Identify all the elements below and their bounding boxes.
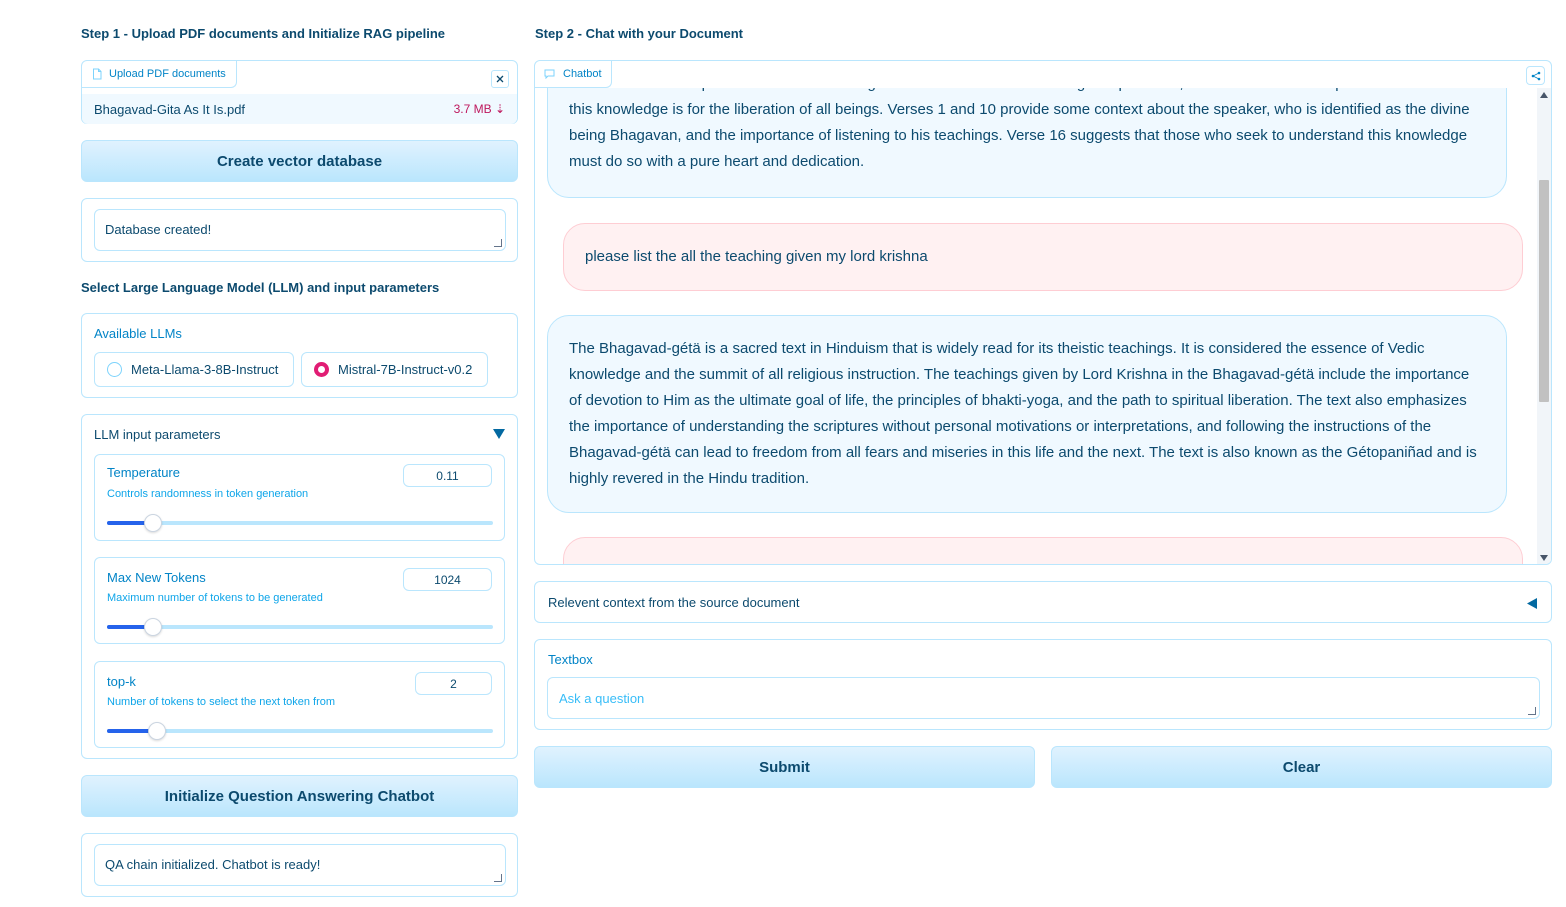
- init-qa-chatbot-button[interactable]: Initialize Question Answering Chatbot: [81, 775, 518, 817]
- upload-panel: Upload PDF documents Bhagavad-Gita As It…: [81, 60, 518, 124]
- param-label: top-k: [107, 674, 136, 689]
- slider-thumb[interactable]: [148, 722, 166, 740]
- chatbot-tab-label: Chatbot: [563, 68, 602, 80]
- llm-section-title: Select Large Language Model (LLM) and in…: [81, 280, 440, 295]
- context-accordion[interactable]: Relevent context from the source documen…: [534, 581, 1552, 623]
- bot-message: The Bhagavad-gétä is a sacred text in Hi…: [547, 315, 1507, 513]
- upload-tab-label: Upload PDF documents: [109, 68, 226, 80]
- max-tokens-slider[interactable]: [107, 618, 493, 636]
- close-icon[interactable]: [491, 70, 509, 88]
- llm-option-llama[interactable]: Meta-Llama-3-8B-Instruct: [94, 352, 294, 387]
- context-accordion-label: Relevent context from the source documen…: [548, 594, 800, 610]
- slider-thumb[interactable]: [144, 618, 162, 636]
- chat-bubble-icon: [544, 69, 555, 79]
- qa-status-panel: QA chain initialized. Chatbot is ready!: [81, 833, 518, 897]
- scrollbar-thumb[interactable]: [1539, 180, 1549, 402]
- message-text: Absolute and the importance of understan…: [569, 88, 1474, 170]
- submit-button[interactable]: Submit: [534, 746, 1035, 788]
- slider-thumb[interactable]: [144, 514, 162, 532]
- textbox-label: Textbox: [548, 652, 593, 667]
- top-k-slider-block: top-k Number of tokens to select the nex…: [94, 661, 505, 748]
- param-label: Temperature: [107, 465, 180, 480]
- temperature-slider-block: Temperature Controls randomness in token…: [94, 454, 505, 541]
- resize-handle-icon[interactable]: [494, 874, 502, 882]
- temperature-number-input[interactable]: 0.11: [403, 464, 492, 487]
- chatbot-tab: Chatbot: [535, 61, 612, 88]
- available-llms-panel: Available LLMs Meta-Llama-3-8B-Instruct …: [81, 313, 518, 398]
- param-label: Max New Tokens: [107, 570, 206, 585]
- resize-handle-icon[interactable]: [1528, 707, 1536, 715]
- param-hint: Controls randomness in token generation: [107, 488, 309, 500]
- available-llms-label: Available LLMs: [94, 326, 182, 341]
- llm-option-label: Meta-Llama-3-8B-Instruct: [131, 362, 279, 377]
- db-status-panel: Database created!: [81, 198, 518, 262]
- file-size-download[interactable]: 3.7 MB ⇣: [454, 102, 505, 116]
- upload-tab[interactable]: Upload PDF documents: [82, 61, 237, 88]
- param-hint: Number of tokens to select the next toke…: [107, 696, 336, 708]
- scroll-up-icon[interactable]: [1540, 92, 1548, 98]
- chatbot-panel: Absolute and the importance of understan…: [534, 60, 1552, 565]
- temperature-slider[interactable]: [107, 514, 493, 532]
- step1-title: Step 1 - Upload PDF documents and Initia…: [81, 26, 446, 41]
- user-message: please list the all the teaching given m…: [563, 223, 1523, 291]
- question-textbox-panel: Textbox: [534, 639, 1552, 730]
- qa-status-textbox[interactable]: QA chain initialized. Chatbot is ready!: [94, 844, 506, 886]
- qa-status-text: QA chain initialized. Chatbot is ready!: [105, 857, 321, 872]
- scroll-down-icon[interactable]: [1540, 555, 1548, 561]
- llm-params-title[interactable]: LLM input parameters: [94, 427, 220, 442]
- step2-title: Step 2 - Chat with your Document: [535, 26, 744, 41]
- file-name: Bhagavad-Gita As It Is.pdf: [94, 101, 246, 117]
- triangle-left-icon[interactable]: [1527, 598, 1537, 609]
- message-text: The Bhagavad-gétä is a sacred text in Hi…: [569, 340, 1477, 487]
- bot-message: Absolute and the importance of understan…: [547, 88, 1507, 198]
- uploaded-file-row: Bhagavad-Gita As It Is.pdf 3.7 MB ⇣: [82, 94, 517, 124]
- user-message-partial: [563, 537, 1523, 564]
- question-input[interactable]: [547, 677, 1540, 719]
- max-tokens-number-input[interactable]: 1024: [403, 568, 492, 591]
- llm-params-accordion: LLM input parameters Temperature Control…: [81, 414, 518, 759]
- message-text: please list the all the teaching given m…: [585, 248, 928, 265]
- radio-selected-icon: [314, 362, 329, 377]
- param-hint: Maximum number of tokens to be generated: [107, 592, 323, 604]
- chat-messages[interactable]: Absolute and the importance of understan…: [535, 88, 1535, 564]
- triangle-down-icon[interactable]: [493, 429, 505, 439]
- clear-button[interactable]: Clear: [1051, 746, 1552, 788]
- max-tokens-slider-block: Max New Tokens Maximum number of tokens …: [94, 557, 505, 644]
- llm-option-label: Mistral-7B-Instruct-v0.2: [338, 362, 473, 377]
- share-icon[interactable]: [1526, 66, 1545, 85]
- db-status-textbox[interactable]: Database created!: [94, 209, 506, 251]
- top-k-number-input[interactable]: 2: [415, 672, 492, 695]
- chat-scrollbar[interactable]: [1537, 88, 1551, 564]
- create-vector-db-button[interactable]: Create vector database: [81, 140, 518, 182]
- db-status-text: Database created!: [105, 222, 212, 237]
- radio-unselected-icon: [107, 362, 122, 377]
- file-icon: [93, 68, 102, 80]
- resize-handle-icon[interactable]: [494, 239, 502, 247]
- llm-option-mistral[interactable]: Mistral-7B-Instruct-v0.2: [301, 352, 488, 387]
- top-k-slider[interactable]: [107, 722, 493, 740]
- question-input-field[interactable]: [548, 678, 1539, 718]
